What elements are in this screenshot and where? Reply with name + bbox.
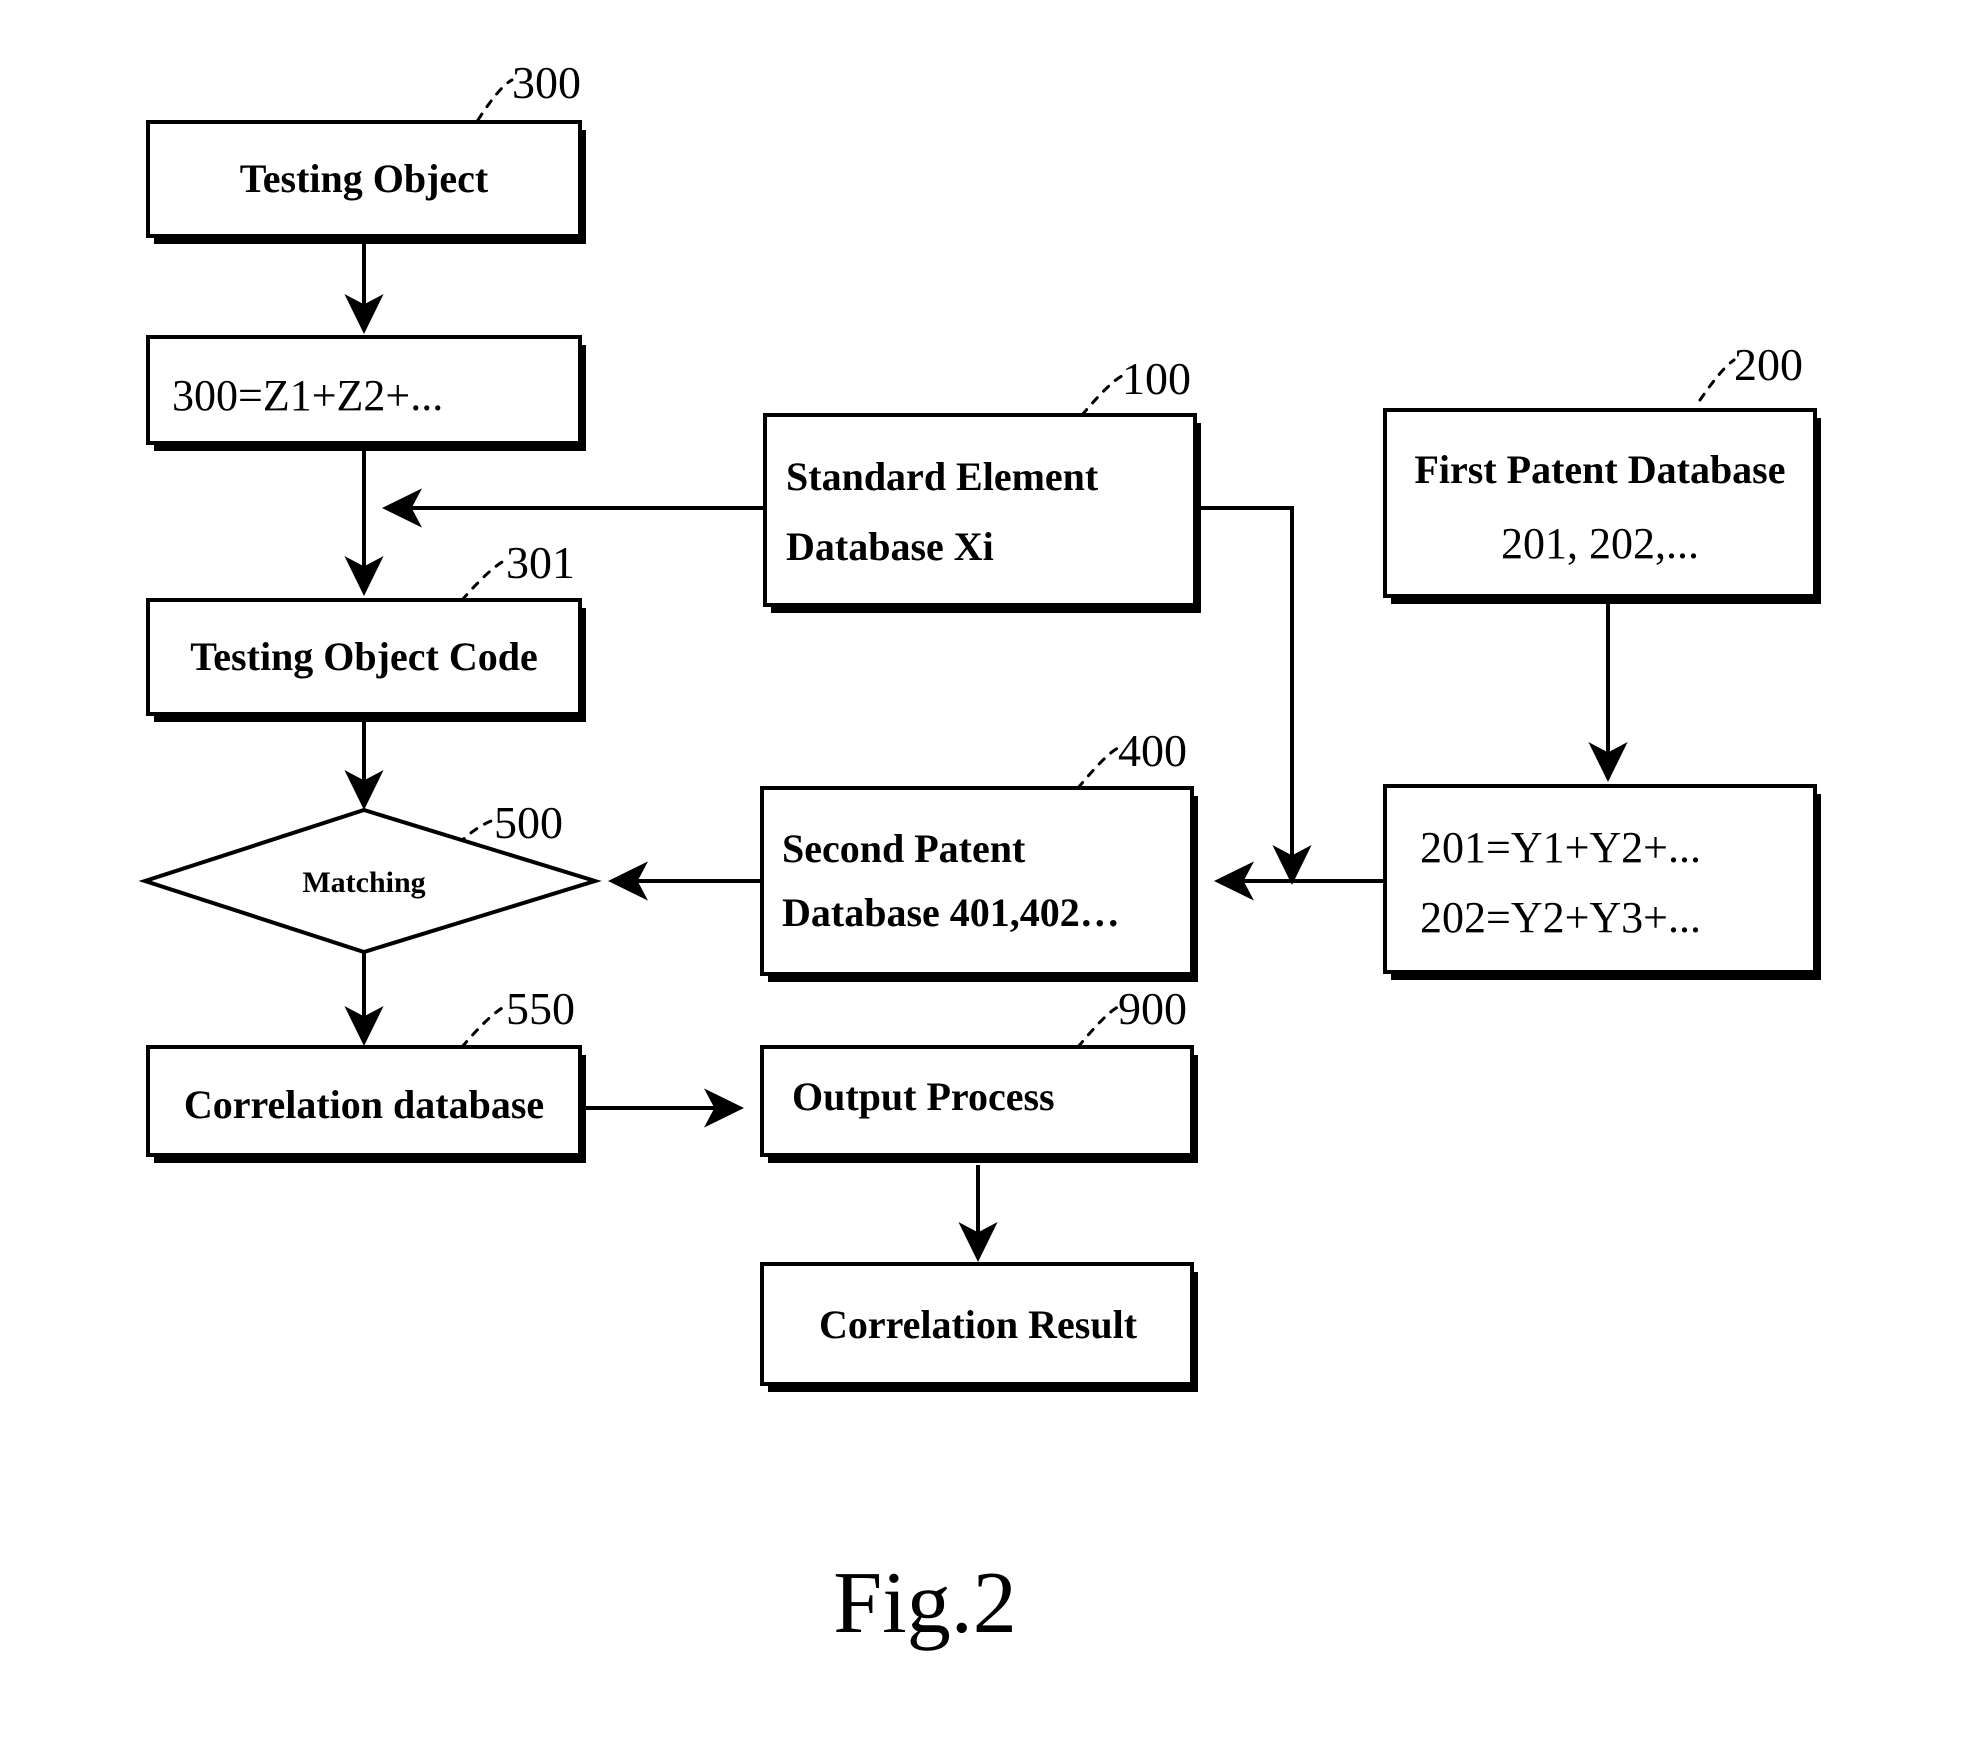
leader-line-550: [460, 1004, 508, 1049]
node-correlation-database[interactable]: Correlation database: [146, 1045, 586, 1163]
connector-standard-element-to-second-patent-db: [1195, 506, 1312, 885]
ref-label-300: 300: [512, 57, 581, 108]
node-correlation-result[interactable]: Correlation Result: [760, 1262, 1198, 1392]
node-patent-formulas-label-line2: 202=Y2+Y3+...: [1420, 893, 1701, 942]
node-second-patent-database-label-line2: Database 401,402…: [782, 890, 1120, 935]
node-testing-object-formula[interactable]: 300=Z1+Z2+...: [146, 335, 586, 451]
node-matching-label: Matching: [302, 866, 425, 899]
leader-line-400: [1076, 746, 1120, 790]
figure-page: Testing Object 300 300=Z1+Z2+... Testing…: [0, 0, 1974, 1748]
ref-label-550: 550: [506, 983, 575, 1034]
ref-label-400: 400: [1118, 725, 1187, 776]
node-testing-object-label: Testing Object: [240, 156, 489, 201]
ref-label-500: 500: [494, 797, 563, 848]
node-correlation-result-label: Correlation Result: [819, 1302, 1138, 1347]
node-first-patent-database-label-line2: 201, 202,...: [1501, 519, 1699, 568]
leader-line-301: [460, 558, 508, 602]
node-second-patent-database[interactable]: Second Patent Database 401,402…: [760, 786, 1198, 982]
node-standard-element-database-label-line1: Standard Element: [786, 454, 1099, 499]
node-output-process[interactable]: Output Process: [760, 1045, 1198, 1163]
ref-label-100: 100: [1122, 353, 1191, 404]
node-first-patent-database-label-line1: First Patent Database: [1414, 447, 1785, 492]
node-standard-element-database[interactable]: Standard Element Database Xi: [763, 413, 1201, 613]
node-second-patent-database-label-line1: Second Patent: [782, 826, 1026, 871]
ref-label-900: 900: [1118, 983, 1187, 1034]
node-patent-formulas[interactable]: 201=Y1+Y2+... 202=Y2+Y3+...: [1383, 784, 1821, 980]
node-testing-object-code-label: Testing Object Code: [190, 634, 537, 679]
leader-line-100: [1080, 374, 1124, 417]
figure-caption: Fig.2: [833, 1555, 1016, 1652]
node-output-process-label: Output Process: [792, 1074, 1055, 1119]
node-patent-formulas-label-line1: 201=Y1+Y2+...: [1420, 823, 1701, 872]
leader-line-300: [476, 78, 514, 122]
ref-label-200: 200: [1734, 339, 1803, 390]
leader-line-900: [1076, 1005, 1120, 1049]
leader-line-200: [1698, 358, 1736, 402]
node-correlation-database-label: Correlation database: [184, 1082, 544, 1127]
ref-label-301: 301: [506, 537, 575, 588]
node-standard-element-database-label-line2: Database Xi: [786, 524, 994, 569]
node-first-patent-database[interactable]: First Patent Database 201, 202,...: [1383, 408, 1821, 604]
flowchart-diagram: Testing Object 300 300=Z1+Z2+... Testing…: [138, 57, 1821, 1652]
node-testing-object-code[interactable]: Testing Object Code: [146, 598, 586, 722]
node-testing-object-formula-label: 300=Z1+Z2+...: [172, 371, 443, 420]
node-testing-object[interactable]: Testing Object: [146, 120, 586, 244]
